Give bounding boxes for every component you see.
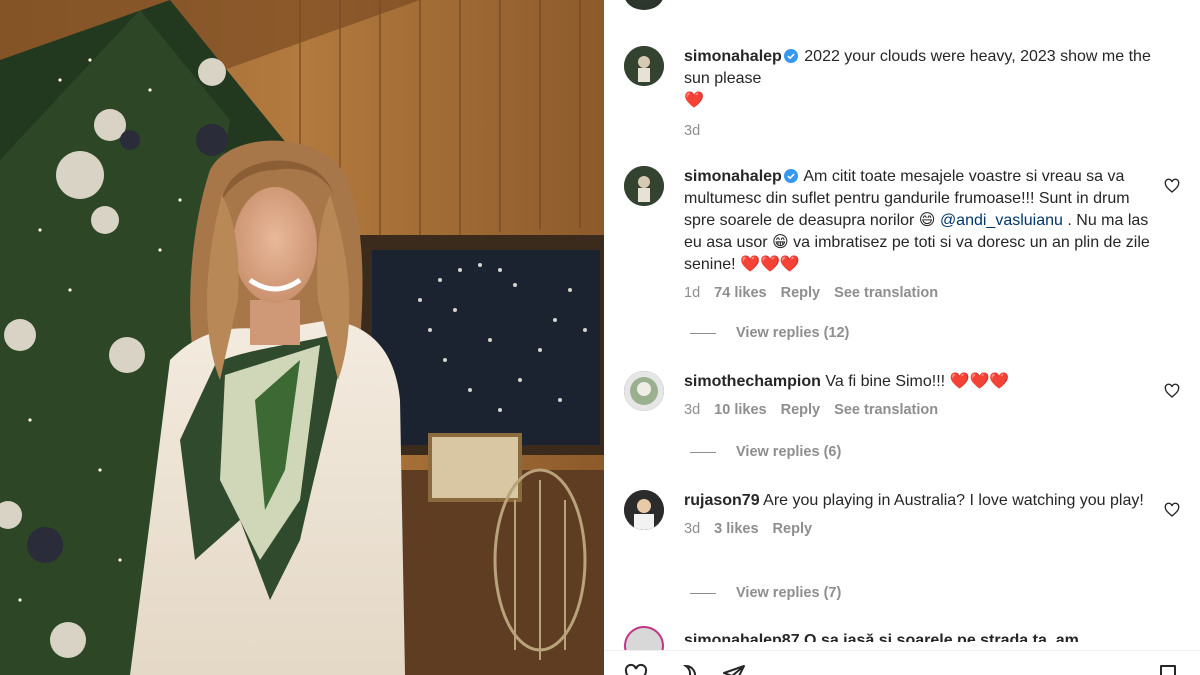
avatar[interactable] (624, 0, 664, 10)
avatar[interactable] (624, 490, 664, 530)
reply-button[interactable]: Reply (781, 285, 821, 301)
comment-text: Are you playing in Australia? I love wat… (763, 492, 1144, 509)
view-replies-button[interactable]: View replies (12) (690, 325, 849, 341)
comment-body: simonahalep 2022 your clouds were heavy,… (684, 46, 1164, 140)
heart-outline-icon[interactable] (1164, 383, 1180, 399)
comment-body: rujason79 Are you playing in Australia? … (684, 490, 1164, 538)
mention-link[interactable]: @andi_vasluianu (940, 212, 1063, 229)
likes-count[interactable]: 3 likes (714, 521, 758, 537)
post-photo (0, 0, 604, 675)
reply-button[interactable]: Reply (773, 521, 813, 537)
action-bar (604, 650, 1200, 675)
avatar[interactable] (624, 371, 664, 411)
heart-emoji: ❤️ (684, 92, 704, 109)
comment-text: Va fi bine Simo!!! ❤️❤️❤️ (825, 373, 1010, 390)
likes-count[interactable]: 10 likes (714, 402, 766, 418)
comment-time[interactable]: 1d (684, 285, 700, 301)
avatar[interactable] (624, 166, 664, 206)
comment-body: simothechampion Va fi bine Simo!!! ❤️❤️❤… (684, 371, 1164, 419)
view-replies-button[interactable]: View replies (7) (690, 585, 841, 601)
comment-text: simonahalep87 O sa iasă si soarele pe st… (684, 632, 1079, 642)
comment-username[interactable]: simonahalep (684, 48, 782, 65)
photo-illustration (0, 0, 604, 675)
heart-outline-icon[interactable] (624, 663, 648, 675)
see-translation-button[interactable]: See translation (834, 402, 938, 418)
avatar[interactable] (624, 46, 664, 86)
comments-panel: simonahalep 2022 your clouds were heavy,… (604, 0, 1200, 675)
comment-body: simonahalep Am citit toate mesajele voas… (684, 166, 1164, 302)
comment-username[interactable]: simothechampion (684, 373, 821, 390)
see-translation-button[interactable]: See translation (834, 285, 938, 301)
comment-username[interactable]: simonahalep (684, 168, 782, 185)
heart-outline-icon[interactable] (1164, 178, 1180, 194)
reply-button[interactable]: Reply (781, 402, 821, 418)
comment-time[interactable]: 3d (684, 123, 700, 139)
likes-count[interactable]: 74 likes (714, 285, 766, 301)
comment-time[interactable]: 3d (684, 402, 700, 418)
save-icon[interactable] (1156, 663, 1180, 675)
share-icon[interactable] (722, 663, 746, 675)
verified-badge-icon (783, 169, 798, 183)
verified-badge-icon (783, 49, 798, 63)
comment-time[interactable]: 3d (684, 521, 700, 537)
comment-icon[interactable] (674, 663, 698, 675)
view-replies-button[interactable]: View replies (6) (690, 444, 841, 460)
heart-outline-icon[interactable] (1164, 502, 1180, 518)
comment-username[interactable]: rujason79 (684, 492, 760, 509)
